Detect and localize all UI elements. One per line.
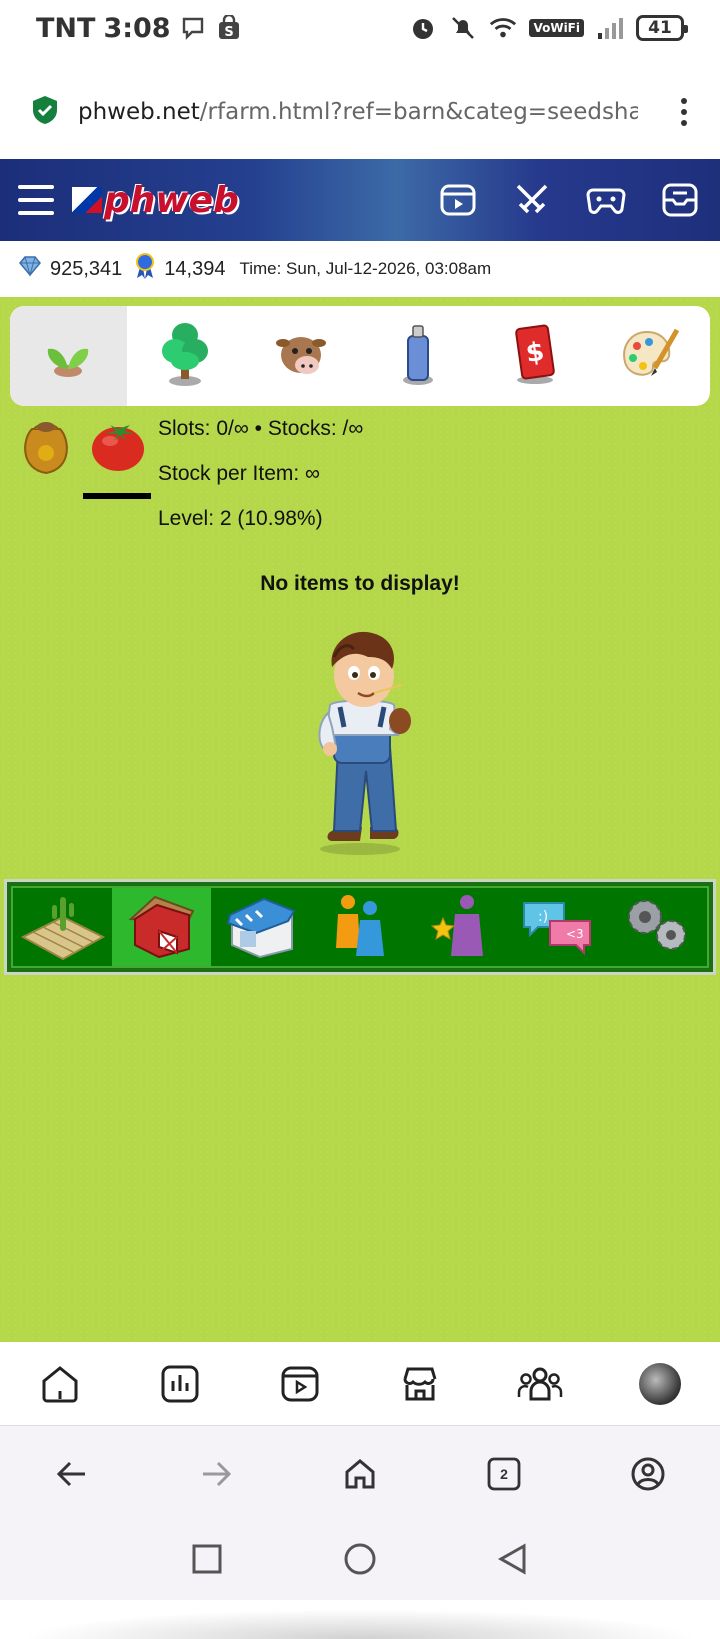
gems-value: 925,341 (50, 257, 123, 280)
nav-shop[interactable] (211, 888, 310, 966)
app-bottom-nav (0, 1342, 720, 1426)
url-host: phweb.net (78, 99, 200, 125)
battery-indicator: 41 (636, 15, 688, 41)
chat-bubbles-icon: :) <3 (520, 893, 596, 962)
gears-icon (619, 893, 695, 962)
system-navigation (0, 1522, 720, 1600)
selected-item-underline (83, 493, 151, 499)
tomato-icon[interactable] (90, 417, 146, 473)
game-navigation-bar: :) <3 (4, 879, 716, 975)
svg-text::): :) (538, 909, 548, 925)
url-path: /rfarm.html?ref=barn&categ=seedsha (199, 99, 638, 125)
spray-can-icon (400, 322, 436, 391)
address-bar[interactable]: phweb.net/rfarm.html?ref=barn&categ=seed… (0, 72, 720, 152)
menu-icon[interactable] (18, 185, 54, 215)
nav-chat[interactable]: :) <3 (509, 888, 608, 966)
level-text: Level: 2 (10.98%) (158, 507, 323, 530)
alarm-icon (409, 14, 437, 42)
secure-shield-icon (30, 94, 60, 131)
wifi-icon (489, 14, 517, 42)
content-shadow (20, 1609, 700, 1639)
ribbon-icon (134, 253, 156, 285)
shop-icon (224, 891, 298, 964)
barn-icon (125, 891, 199, 964)
farmer-character-image (300, 617, 430, 857)
browser-menu-button[interactable] (672, 94, 696, 130)
status-bar: TNT 3:08 S VoWiFi 41 (0, 0, 720, 56)
clock: 3:08 (103, 12, 171, 44)
nav-achievements[interactable] (410, 888, 509, 966)
server-time: Time: Sun, Jul-12-2026, 03:08am (239, 259, 492, 278)
back-arrow-icon[interactable] (49, 1451, 95, 1497)
tab-trees[interactable] (127, 306, 244, 406)
swords-icon[interactable] (510, 178, 554, 222)
empty-message: No items to display! (260, 572, 460, 595)
stock-per-item-text: Stock per Item: ∞ (158, 462, 321, 485)
ph-flag-icon (72, 187, 102, 213)
cow-icon (273, 329, 329, 384)
inbox-icon[interactable] (658, 178, 702, 222)
tabs-count: 2 (500, 1466, 508, 1482)
sprout-icon (38, 329, 98, 384)
signal-icon (596, 14, 624, 42)
gamepad-icon[interactable] (584, 178, 628, 222)
slots-stocks-text: Slots: 0/∞ • Stocks: /∞ (158, 417, 364, 440)
carrier-label: TNT (36, 12, 96, 44)
stats-icon[interactable] (155, 1359, 205, 1409)
video-nav-icon[interactable] (275, 1359, 325, 1409)
tabs-button[interactable]: 2 (481, 1451, 527, 1497)
forward-arrow-icon[interactable] (193, 1451, 239, 1497)
site-header: phweb (0, 159, 720, 241)
site-logo[interactable]: phweb (72, 180, 239, 221)
video-icon[interactable] (436, 178, 480, 222)
diamond-icon (18, 255, 42, 283)
home-circle-icon[interactable] (343, 1542, 377, 1581)
tab-paint[interactable] (593, 306, 710, 406)
tab-cash[interactable]: $ (476, 306, 593, 406)
account-icon[interactable] (625, 1451, 671, 1497)
mute-icon (449, 14, 477, 42)
svg-text:<3: <3 (566, 927, 584, 941)
tree-icon (159, 321, 211, 392)
browser-home-icon[interactable] (337, 1451, 383, 1497)
category-tabs: $ (10, 306, 710, 406)
nav-farm[interactable] (13, 888, 112, 966)
store-icon[interactable] (395, 1359, 445, 1409)
farm-field-icon (20, 889, 105, 966)
vowifi-badge: VoWiFi (529, 19, 584, 37)
ribbons-value: 14,394 (164, 257, 226, 280)
palette-icon (619, 324, 683, 389)
profile-avatar[interactable] (635, 1359, 685, 1409)
avatar (639, 1362, 681, 1405)
seed-bag-icon[interactable] (20, 417, 72, 477)
back-triangle-icon[interactable] (497, 1542, 529, 1580)
logo-text: phweb (104, 179, 239, 221)
game-area: $ Slots: 0/∞ • Stocks: /∞ Stock per Item… (0, 297, 720, 1639)
browser-toolbar: 2 (0, 1426, 720, 1522)
tab-animals[interactable] (243, 306, 360, 406)
messenger-icon (179, 14, 207, 42)
nav-neighbors[interactable] (310, 888, 409, 966)
community-icon[interactable] (515, 1359, 565, 1409)
tab-spray[interactable] (360, 306, 477, 406)
nav-barn[interactable] (112, 888, 212, 966)
cash-icon: $ (513, 323, 557, 390)
tab-seeds[interactable] (10, 306, 127, 406)
nav-settings[interactable] (608, 888, 707, 966)
recents-square-icon[interactable] (191, 1543, 223, 1580)
star-person-icon (429, 890, 489, 965)
barn-info: Slots: 0/∞ • Stocks: /∞ Stock per Item: … (20, 417, 700, 577)
currency-bar: 925,341 14,394 Time: Sun, Jul-12-2026, 0… (0, 241, 720, 297)
neighbors-icon (330, 890, 390, 965)
home-icon[interactable] (35, 1359, 85, 1409)
url-text[interactable]: phweb.net/rfarm.html?ref=barn&categ=seed… (78, 99, 638, 125)
svg-text:S: S (224, 25, 233, 40)
shopee-icon: S (215, 14, 243, 42)
